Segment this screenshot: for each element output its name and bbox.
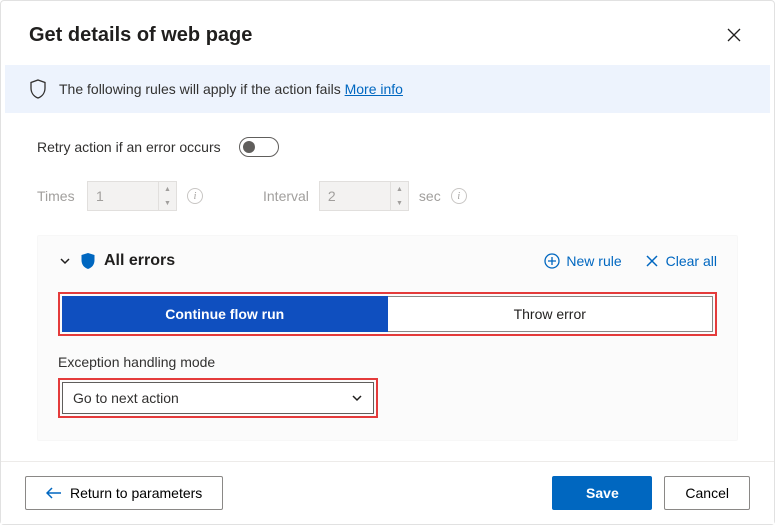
info-icon: i [451,188,467,204]
save-button[interactable]: Save [552,476,652,510]
interval-stepper: ▲ ▼ [390,182,408,210]
times-value: 1 [88,188,158,204]
arrow-left-icon [46,487,62,499]
banner-text: The following rules will apply if the ac… [59,81,341,97]
errors-panel: All errors New rule Clear all Continue f… [37,235,738,441]
continue-flow-run-tab[interactable]: Continue flow run [62,296,388,332]
throw-error-tab[interactable]: Throw error [388,296,714,332]
shield-icon [29,79,47,99]
chevron-up-icon: ▲ [159,182,176,196]
retry-toggle[interactable] [239,137,279,157]
toggle-knob [243,141,255,153]
exception-mode-dropdown[interactable]: Go to next action [62,382,374,414]
plus-circle-icon [544,253,560,269]
chevron-down-icon: ▼ [159,196,176,210]
times-stepper: ▲ ▼ [158,182,176,210]
cancel-button[interactable]: Cancel [664,476,750,510]
close-icon [644,253,660,269]
exception-mode-highlight: Go to next action [58,378,378,418]
retry-row: Retry action if an error occurs [37,137,738,157]
close-icon [727,28,741,42]
interval-input: 2 ▲ ▼ [319,181,409,211]
retry-label: Retry action if an error occurs [37,139,221,155]
exception-mode-value: Go to next action [73,390,179,406]
chevron-down-icon [351,392,363,404]
dialog-title: Get details of web page [29,24,252,47]
more-info-link[interactable]: More info [345,81,403,97]
exception-mode-label: Exception handling mode [58,354,717,370]
return-to-parameters-button[interactable]: Return to parameters [25,476,223,510]
interval-label: Interval [263,188,309,204]
chevron-up-icon: ▲ [391,182,408,196]
errors-title: All errors [104,252,175,270]
info-icon: i [187,188,203,204]
interval-value: 2 [320,188,390,204]
shield-icon [80,252,96,270]
chevron-down-icon[interactable] [58,254,72,268]
dialog-header: Get details of web page [1,1,774,65]
retry-params-row: Times 1 ▲ ▼ i Interval 2 ▲ ▼ sec i [37,181,738,211]
times-input: 1 ▲ ▼ [87,181,177,211]
interval-unit: sec [419,188,441,204]
errors-header: All errors New rule Clear all [58,252,717,270]
info-banner: The following rules will apply if the ac… [5,65,770,113]
dialog-footer: Return to parameters Save Cancel [1,461,774,524]
clear-all-button[interactable]: Clear all [644,253,717,269]
chevron-down-icon: ▼ [391,196,408,210]
error-mode-segmented: Continue flow run Throw error [58,292,717,336]
close-button[interactable] [718,19,750,51]
times-label: Times [37,188,77,204]
new-rule-button[interactable]: New rule [544,253,621,269]
